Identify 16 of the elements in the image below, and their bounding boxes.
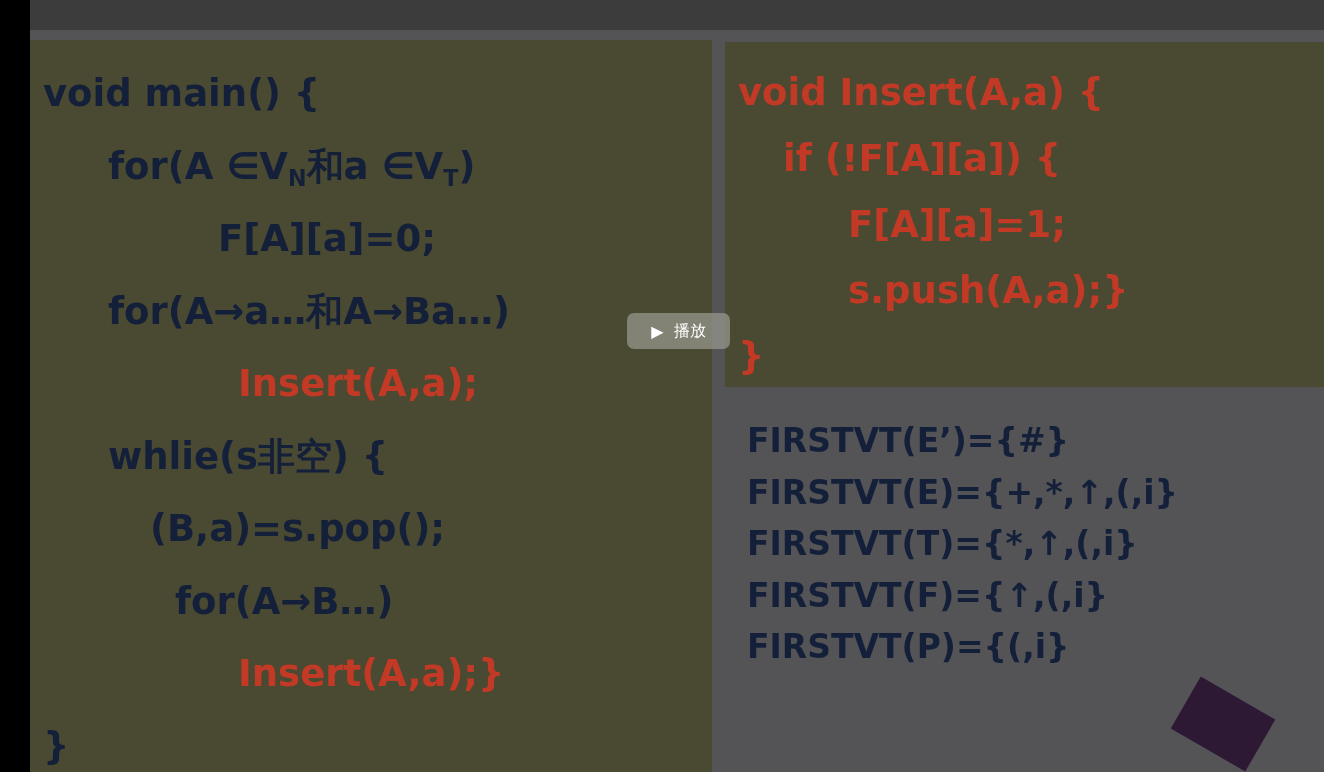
code-line: if (!F[A][a]) {	[783, 136, 1062, 182]
code-line: s.push(A,a);}	[848, 268, 1129, 314]
formula-line: FIRSTVT(F)={↑,(,i}	[747, 574, 1109, 617]
play-label: 播放	[673, 320, 706, 342]
code-line: }	[738, 334, 765, 380]
code-line: }	[43, 723, 70, 770]
code-line: Insert(A,a);	[238, 361, 479, 407]
code-line: Insert(A,a);}	[238, 651, 505, 697]
code-line: F[A][a]=1;	[848, 202, 1067, 248]
play-icon: ▶	[651, 321, 664, 341]
formula-line: FIRSTVT(P)={(,i}	[747, 626, 1070, 668]
formula-line: FIRSTVT(E’)={#}	[747, 420, 1070, 462]
formula-line: FIRSTVT(E)={+,*,↑,(,i}	[747, 471, 1178, 514]
play-button[interactable]: ▶ 播放	[627, 313, 730, 349]
formula-line: FIRSTVT(T)={*,↑,(,i}	[747, 523, 1138, 565]
code-line: void Insert(A,a) {	[738, 70, 1105, 116]
